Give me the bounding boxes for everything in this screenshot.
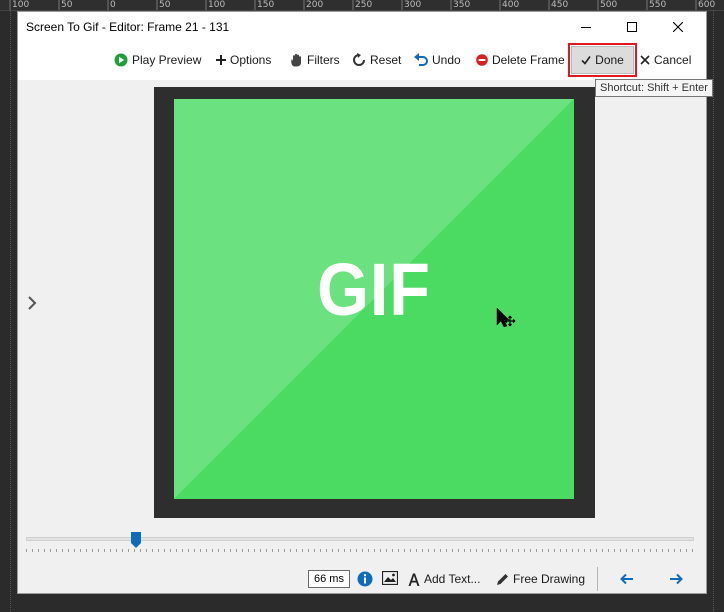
canvas-frame: GIF — [154, 87, 595, 518]
maximize-icon — [627, 22, 637, 32]
ruler-label: 550 — [649, 0, 667, 10]
minimize-icon — [581, 27, 591, 28]
ruler-label: 500 — [600, 0, 618, 10]
hand-icon — [291, 53, 301, 67]
pencil-icon — [497, 573, 508, 585]
ruler-label: 200 — [306, 0, 324, 10]
free-drawing-button[interactable]: Free Drawing — [496, 569, 585, 589]
delete-frame-label: Delete Frame — [492, 53, 565, 67]
filters-label: Filters — [307, 53, 340, 67]
ruler-label: 300 — [404, 0, 422, 10]
options-button[interactable]: Options — [213, 46, 274, 74]
ruler-label: 0 — [110, 0, 116, 10]
play-preview-label: Play Preview — [132, 53, 202, 67]
free-drawing-label: Free Drawing — [513, 572, 586, 586]
timeline-track[interactable] — [26, 537, 694, 541]
maximize-button[interactable] — [609, 12, 655, 42]
ruler-label: 100 — [12, 0, 30, 10]
ruler-label: 150 — [257, 0, 275, 10]
undo-label: Undo — [432, 53, 461, 67]
ruler-label: 600 — [698, 0, 716, 10]
ruler: 100 50 0 50 100 150 200 250 300 350 400 … — [0, 0, 724, 11]
delete-icon — [476, 54, 488, 66]
ruler-label: 100 — [208, 0, 226, 10]
editor-window: Screen To Gif - Editor: Frame 21 - 131 P… — [17, 11, 707, 594]
undo-button[interactable]: Undo — [411, 46, 464, 74]
done-label: Done — [595, 53, 624, 67]
ruler-label: 450 — [551, 0, 569, 10]
cancel-icon — [640, 55, 650, 65]
done-button[interactable]: Done — [568, 43, 637, 77]
text-icon — [408, 573, 420, 586]
cancel-label: Cancel — [654, 53, 692, 67]
bottom-bar: 66 ms Add Text... Free Drawing — [18, 564, 706, 594]
play-icon — [114, 53, 128, 67]
reset-icon — [353, 53, 365, 66]
play-preview-button[interactable]: Play Preview — [111, 46, 204, 74]
timeline-thumb[interactable] — [131, 532, 141, 548]
ruler-label: 250 — [355, 0, 373, 10]
image-icon[interactable] — [382, 571, 398, 585]
cursor-icon — [496, 307, 516, 328]
cancel-button[interactable]: Cancel — [637, 46, 694, 74]
bottom-bar-divider — [597, 567, 598, 591]
delete-frame-button[interactable]: Delete Frame — [473, 46, 568, 74]
ruler-label: 50 — [159, 0, 171, 10]
reset-label: Reset — [370, 53, 402, 67]
arrow-left-icon[interactable] — [620, 573, 634, 585]
ruler-label: 50 — [61, 0, 73, 10]
checkmark-icon — [581, 56, 591, 65]
timeline-ticks — [26, 549, 694, 552]
shortcut-tooltip: Shortcut: Shift + Enter — [595, 79, 713, 97]
info-icon[interactable] — [357, 571, 373, 587]
frame-timeline[interactable] — [26, 532, 694, 556]
ruler-label: 400 — [502, 0, 520, 10]
filters-button[interactable]: Filters — [286, 46, 343, 74]
options-label: Options — [230, 53, 272, 67]
undo-icon — [414, 53, 428, 66]
reset-button[interactable]: Reset — [349, 46, 404, 74]
ruler-guide — [10, 10, 11, 612]
close-button[interactable] — [655, 12, 701, 42]
plus-icon — [216, 55, 226, 65]
add-text-button[interactable]: Add Text... — [408, 569, 480, 589]
frame-delay-field[interactable]: 66 ms — [308, 570, 350, 588]
ruler-guide — [713, 10, 714, 612]
arrow-right-icon[interactable] — [669, 573, 683, 585]
close-icon — [673, 22, 683, 32]
window-title: Screen To Gif - Editor: Frame 21 - 131 — [26, 20, 230, 34]
frame-image[interactable]: GIF — [174, 99, 574, 499]
toolbar: Play Preview Options Filters Reset Undo — [18, 42, 706, 80]
minimize-button[interactable] — [563, 12, 609, 42]
chevron-right-icon[interactable] — [26, 294, 40, 312]
ruler-label: 350 — [453, 0, 471, 10]
add-text-label: Add Text... — [424, 572, 481, 586]
title-bar[interactable]: Screen To Gif - Editor: Frame 21 - 131 — [18, 12, 706, 42]
